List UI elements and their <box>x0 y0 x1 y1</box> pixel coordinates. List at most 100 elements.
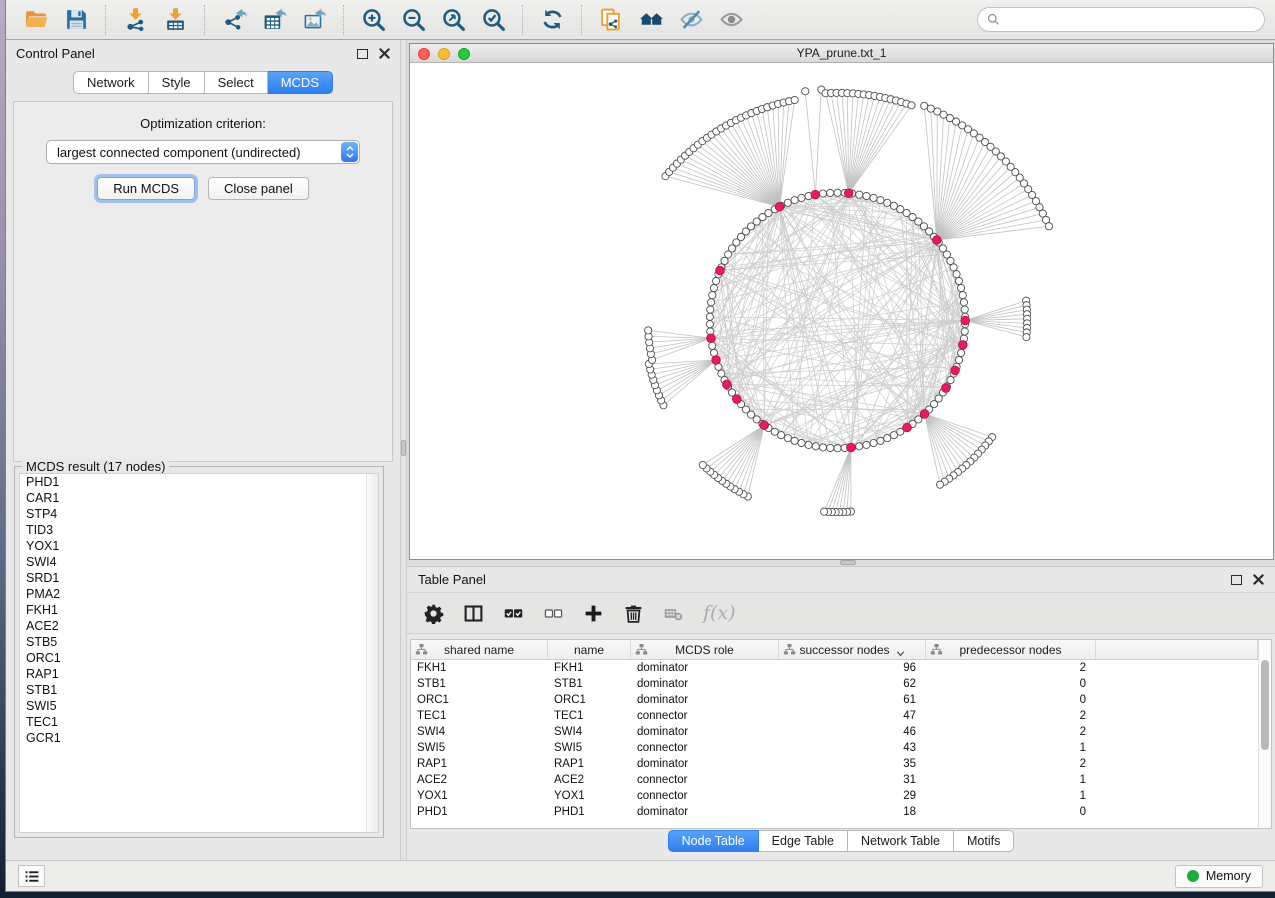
column-header-MCDS-role[interactable]: MCDS role <box>631 640 779 659</box>
function-builder-button[interactable]: f(x) <box>703 603 736 624</box>
network-canvas[interactable] <box>410 63 1273 559</box>
tab-network-table[interactable]: Network Table <box>848 830 954 852</box>
zoom-in-button[interactable] <box>353 3 393 36</box>
mcds-result-item[interactable]: YOX1 <box>20 538 378 554</box>
optimization-criterion-label: Optimization criterion: <box>14 116 392 131</box>
zoom-selected-button[interactable] <box>473 3 513 36</box>
table-scrollbar[interactable] <box>1258 640 1271 828</box>
float-panel-icon[interactable] <box>357 49 368 59</box>
close-panel-button[interactable]: Close panel <box>208 177 309 200</box>
table-settings-button[interactable] <box>423 603 444 624</box>
maximize-window-icon[interactable] <box>458 48 470 60</box>
tab-node-table[interactable]: Node Table <box>668 830 759 852</box>
table-row[interactable]: YOX1YOX1connector291 <box>411 788 1258 804</box>
optimization-criterion-select[interactable]: largest connected component (undirected) <box>46 140 360 164</box>
show-all-button[interactable] <box>711 3 751 36</box>
cell-MCDS-role: dominator <box>631 678 779 690</box>
select-all-checkboxes-button[interactable] <box>503 603 524 624</box>
search-input[interactable] <box>1005 12 1255 28</box>
close-panel-icon[interactable] <box>379 48 390 59</box>
mcds-result-item[interactable]: RAP1 <box>20 666 378 682</box>
tab-edge-table[interactable]: Edge Table <box>759 830 848 852</box>
save-session-button[interactable] <box>56 3 96 36</box>
mcds-result-item[interactable]: PMA2 <box>20 586 378 602</box>
shared-column-icon <box>415 643 428 656</box>
table-row[interactable]: PHD1PHD1dominator180 <box>411 804 1258 820</box>
table-row[interactable]: FKH1FKH1dominator962 <box>411 660 1258 676</box>
unselect-all-checkboxes-button[interactable] <box>543 603 564 624</box>
zoom-out-button[interactable] <box>393 3 433 36</box>
open-file-button[interactable] <box>16 3 56 36</box>
delete-columns-button[interactable] <box>623 603 644 624</box>
export-image-button[interactable] <box>294 3 334 36</box>
horizontal-splitter-handle[interactable] <box>840 560 856 565</box>
cell-MCDS-role: dominator <box>631 758 779 770</box>
zoom-fit-button[interactable] <box>433 3 473 36</box>
hide-selected-button[interactable] <box>671 3 711 36</box>
copy-network-button[interactable] <box>591 3 631 36</box>
cell-name: TEC1 <box>548 710 631 722</box>
mcds-result-item[interactable]: STP4 <box>20 506 378 522</box>
table-scrollbar-thumb[interactable] <box>1261 660 1269 750</box>
table-row[interactable]: STB1STB1dominator620 <box>411 676 1258 692</box>
table-row[interactable]: TEC1TEC1connector472 <box>411 708 1258 724</box>
memory-button[interactable]: Memory <box>1175 865 1263 888</box>
column-header-shared-name[interactable]: shared name <box>411 640 548 659</box>
import-network-button[interactable] <box>115 3 155 36</box>
vertical-splitter[interactable] <box>400 40 407 860</box>
mcds-result-item[interactable]: SRD1 <box>20 570 378 586</box>
mcds-result-item[interactable]: PHD1 <box>20 474 378 490</box>
mcds-result-group: MCDS result (17 nodes) PHD1CAR1STP4TID3Y… <box>14 466 384 838</box>
mcds-result-item[interactable]: GCR1 <box>20 730 378 746</box>
column-header-name[interactable]: name <box>548 640 631 659</box>
tab-mcds[interactable]: MCDS <box>268 71 333 94</box>
apply-layout-button[interactable] <box>532 3 572 36</box>
mcds-result-item[interactable]: ACE2 <box>20 618 378 634</box>
export-network-button[interactable] <box>214 3 254 36</box>
minimize-window-icon[interactable] <box>438 48 450 60</box>
table-row[interactable]: SWI4SWI4dominator462 <box>411 724 1258 740</box>
tab-style[interactable]: Style <box>149 71 205 94</box>
mcds-result-item[interactable]: STB5 <box>20 634 378 650</box>
close-table-panel-icon[interactable] <box>1253 574 1264 585</box>
table-row[interactable]: ORC1ORC1dominator610 <box>411 692 1258 708</box>
toggle-panel-columns-button[interactable] <box>463 603 484 624</box>
mcds-result-item[interactable]: STB1 <box>20 682 378 698</box>
run-mcds-button[interactable]: Run MCDS <box>97 177 195 200</box>
table-row[interactable]: RAP1RAP1dominator352 <box>411 756 1258 772</box>
tab-motifs[interactable]: Motifs <box>954 830 1014 852</box>
add-column-button[interactable] <box>583 603 604 624</box>
first-neighbors-button[interactable] <box>631 3 671 36</box>
column-header-predecessor-nodes[interactable]: predecessor nodes <box>926 640 1096 659</box>
task-history-button[interactable] <box>18 865 45 887</box>
destroy-table-button[interactable] <box>663 603 684 624</box>
cell-successor-nodes: 47 <box>779 710 926 722</box>
import-table-button[interactable] <box>155 3 195 36</box>
close-window-icon[interactable] <box>418 48 430 60</box>
tab-select[interactable]: Select <box>205 71 268 94</box>
tab-network[interactable]: Network <box>73 71 149 94</box>
mcds-list-scrollbar[interactable] <box>366 474 378 832</box>
cell-shared-name: RAP1 <box>411 758 548 770</box>
mcds-result-list[interactable]: PHD1CAR1STP4TID3YOX1SWI4SRD1PMA2FKH1ACE2… <box>19 473 379 833</box>
mcds-result-item[interactable]: FKH1 <box>20 602 378 618</box>
mcds-result-item[interactable]: SWI4 <box>20 554 378 570</box>
cell-name: YOX1 <box>548 790 631 802</box>
search-box[interactable] <box>977 7 1265 32</box>
mcds-result-item[interactable]: TID3 <box>20 522 378 538</box>
apply-layout-icon <box>540 7 565 32</box>
node-table-rows: FKH1FKH1dominator962STB1STB1dominator620… <box>411 660 1258 820</box>
table-row[interactable]: ACE2ACE2connector311 <box>411 772 1258 788</box>
mcds-result-item[interactable]: ORC1 <box>20 650 378 666</box>
mcds-result-item[interactable]: TEC1 <box>20 714 378 730</box>
float-table-panel-icon[interactable] <box>1231 575 1242 585</box>
network-graph <box>410 63 1273 559</box>
mcds-result-item[interactable]: CAR1 <box>20 490 378 506</box>
table-row[interactable]: SWI5SWI5connector431 <box>411 740 1258 756</box>
column-header-successor-nodes[interactable]: successor nodes <box>779 640 926 659</box>
mcds-result-item[interactable]: SWI5 <box>20 698 378 714</box>
export-table-button[interactable] <box>254 3 294 36</box>
vertical-splitter-handle[interactable] <box>401 440 406 456</box>
cell-predecessor-nodes: 2 <box>926 662 1096 674</box>
control-panel-tabs: NetworkStyleSelectMCDS <box>6 71 400 94</box>
